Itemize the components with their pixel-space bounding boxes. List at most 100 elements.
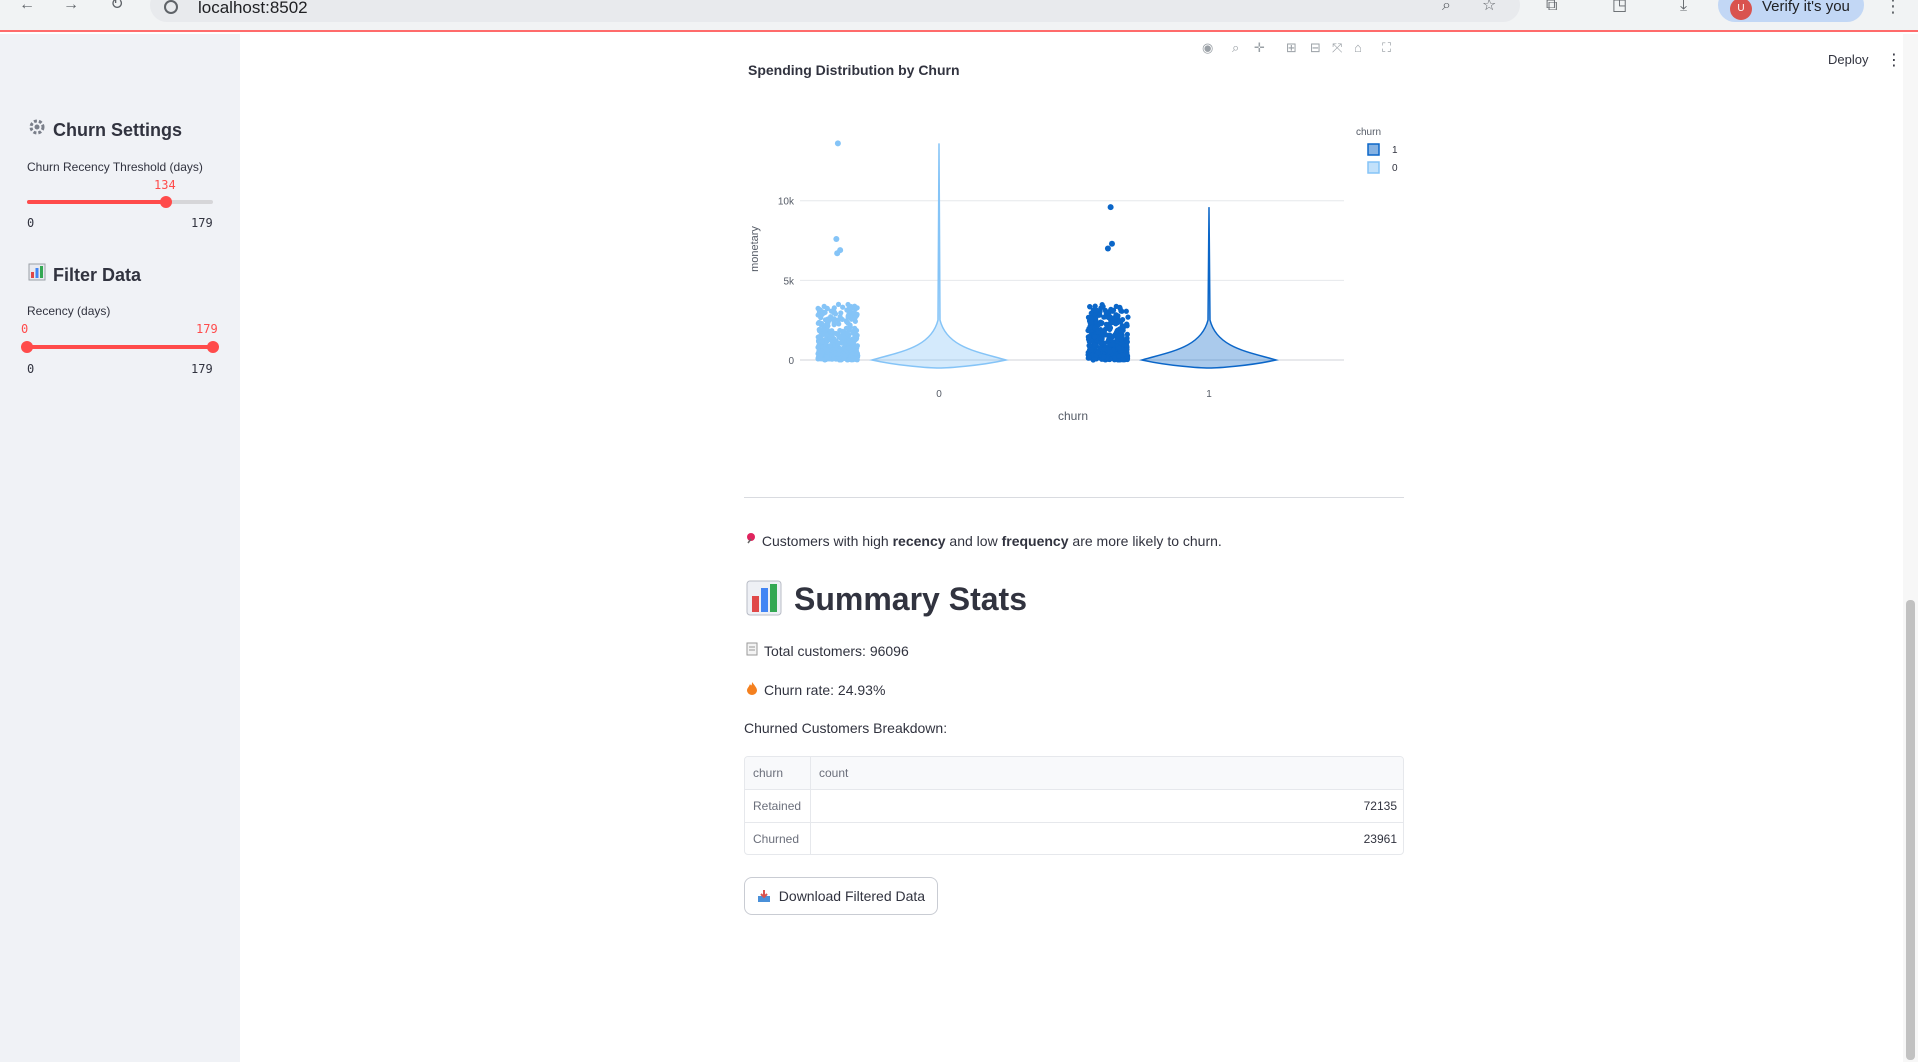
download-icon[interactable]: ⤓	[1680, 0, 1687, 14]
data-point	[1125, 314, 1131, 320]
browser-menu-icon[interactable]: ⋮	[1884, 0, 1902, 15]
column-header-churn[interactable]: churn	[745, 757, 811, 790]
data-point	[831, 310, 837, 316]
recency-label: Recency (days)	[27, 304, 111, 318]
bar-chart-icon	[746, 580, 782, 616]
data-point	[850, 355, 856, 361]
data-point	[845, 313, 851, 319]
data-point	[831, 356, 837, 362]
main-menu-icon[interactable]: ⋮	[1886, 50, 1902, 70]
recency-high-value: 179	[196, 322, 218, 336]
churn-threshold-slider[interactable]	[27, 196, 213, 208]
data-point	[1120, 357, 1126, 363]
violin-shape	[869, 143, 1009, 369]
total-customers: Total customers: 96096	[746, 642, 909, 659]
data-point	[845, 345, 852, 351]
filter-data-heading: Filter Data	[27, 263, 141, 286]
data-point	[1110, 307, 1117, 313]
forward-icon[interactable]: →	[60, 0, 82, 14]
data-point	[825, 323, 831, 329]
legend-label: 1	[1392, 145, 1398, 156]
recency-range-slider[interactable]	[21, 341, 219, 353]
data-point	[1119, 323, 1125, 329]
data-point	[836, 321, 842, 327]
data-point	[835, 301, 842, 307]
churn-settings-heading-text: Churn Settings	[53, 120, 182, 140]
data-point	[1086, 335, 1092, 341]
download-button[interactable]: Download Filtered Data	[744, 877, 938, 915]
reload-icon[interactable]: ↻	[106, 0, 128, 14]
y-tick-label: 5k	[783, 276, 795, 287]
site-info-icon[interactable]	[164, 0, 178, 14]
violin-chart: ◉ ⌕ ✛ ⊞ ⊟ ⤧ ⌂ ⛶ Spending Distribution by…	[744, 34, 1404, 434]
deploy-button[interactable]: Deploy	[1828, 52, 1868, 67]
data-point	[835, 351, 841, 357]
legend-swatch	[1367, 161, 1380, 174]
data-point	[1108, 333, 1114, 339]
breakdown-label: Churned Customers Breakdown:	[744, 720, 948, 736]
data-point	[831, 305, 837, 311]
recency-low-thumb[interactable]	[21, 341, 33, 353]
reading-icon[interactable]: ◳	[1612, 0, 1627, 14]
data-point	[1124, 331, 1130, 337]
divider	[744, 497, 1404, 498]
data-point	[819, 349, 825, 355]
data-point	[816, 334, 822, 340]
y-tick-label: 10k	[778, 197, 795, 208]
profile-chip-text: Verify it's you	[1762, 0, 1850, 15]
x-tick-label: 0	[936, 389, 942, 400]
scrollbar-thumb[interactable]	[1906, 600, 1915, 1060]
row-label: Churned	[745, 823, 811, 854]
data-point	[852, 314, 858, 320]
column-header-count[interactable]: count	[811, 757, 1403, 790]
page-scrollbar[interactable]	[1903, 34, 1918, 1062]
legend-title: churn	[1356, 127, 1381, 138]
data-point	[815, 344, 821, 350]
gear-icon	[27, 118, 47, 141]
x-tick-label: 1	[1206, 389, 1212, 400]
data-point	[1092, 342, 1098, 348]
data-point	[1095, 350, 1101, 356]
churn-threshold-value: 134	[154, 178, 176, 192]
filter-data-heading-text: Filter Data	[53, 265, 142, 285]
outlier-point	[1107, 204, 1114, 211]
fire-icon	[746, 681, 764, 698]
back-icon[interactable]: ←	[16, 0, 38, 14]
profile-chip[interactable]: U Verify it's you	[1718, 0, 1864, 22]
data-point	[822, 327, 828, 333]
recency-range-fill	[27, 345, 213, 349]
data-point	[852, 325, 858, 331]
data-point	[1111, 315, 1117, 321]
table-row: Retained 72135	[745, 790, 1403, 823]
data-point	[818, 320, 825, 327]
data-point	[841, 355, 847, 362]
data-point	[838, 310, 844, 316]
legend-swatch	[1367, 143, 1380, 156]
row-label: Retained	[745, 790, 811, 823]
star-icon[interactable]: ☆	[1482, 0, 1496, 14]
data-point	[1120, 317, 1126, 323]
data-point	[1088, 310, 1094, 316]
churn-threshold-label: Churn Recency Threshold (days)	[27, 160, 203, 174]
summary-heading: Summary Stats	[746, 580, 1027, 618]
data-point	[1102, 307, 1108, 313]
recency-high-thumb[interactable]	[207, 341, 219, 353]
data-point	[826, 317, 832, 323]
note-recency: recency	[892, 533, 946, 549]
row-count: 23961	[1363, 832, 1397, 846]
outlier-point	[1104, 245, 1111, 252]
data-point	[824, 354, 830, 360]
extensions-icon[interactable]: ⧉	[1546, 0, 1557, 14]
search-icon[interactable]: ⌕	[1442, 0, 1451, 14]
download-button-label: Download Filtered Data	[778, 888, 926, 904]
data-point	[1088, 319, 1094, 326]
pushpin-icon	[744, 533, 762, 549]
data-point	[1119, 308, 1125, 314]
address-bar[interactable]: localhost:8502	[150, 0, 1520, 22]
sidebar: Churn Settings Churn Recency Threshold (…	[0, 34, 240, 1062]
note-mid: and low	[945, 533, 1002, 549]
churn-threshold-thumb[interactable]	[160, 196, 172, 208]
data-point	[1102, 314, 1108, 320]
recency-max: 179	[191, 362, 213, 376]
y-axis-label: monetary	[749, 226, 761, 272]
